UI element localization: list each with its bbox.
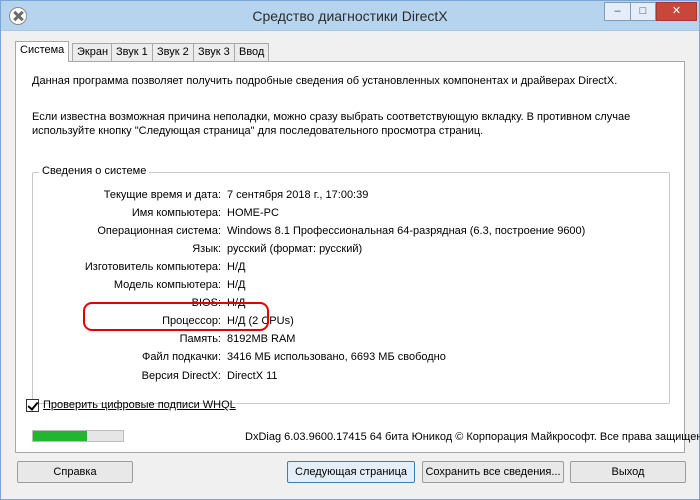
tab-display[interactable]: Экран bbox=[72, 43, 114, 61]
help-button[interactable]: Справка bbox=[17, 461, 133, 483]
whql-check-label[interactable]: Проверить цифровые подписи WHQL bbox=[43, 399, 236, 411]
tab-input[interactable]: Ввод bbox=[234, 43, 270, 61]
info-value: 3416 МБ использовано, 6693 МБ свободно bbox=[227, 351, 446, 363]
exit-button[interactable]: Выход bbox=[570, 461, 686, 483]
system-tab-panel: Данная программа позволяет получить подр… bbox=[15, 61, 685, 453]
info-value: 8192MB RAM bbox=[227, 333, 296, 345]
info-value: DirectX 11 bbox=[227, 370, 278, 382]
minimize-button[interactable]: – bbox=[604, 2, 630, 21]
title-bar[interactable]: Средство диагностики DirectX – □ ✕ bbox=[1, 1, 699, 31]
info-value: Н/Д bbox=[227, 279, 246, 291]
info-label: Изготовитель компьютера: bbox=[84, 261, 221, 273]
version-copyright-text: DxDiag 6.03.9600.17415 64 бита Юникод © … bbox=[245, 431, 700, 443]
close-button[interactable]: ✕ bbox=[656, 2, 697, 21]
whql-checkbox[interactable] bbox=[26, 399, 39, 412]
dxdiag-window: Средство диагностики DirectX – □ ✕ Систе… bbox=[0, 0, 700, 500]
info-value: русский (формат: русский) bbox=[227, 243, 363, 255]
intro-text-1: Данная программа позволяет получить подр… bbox=[32, 75, 618, 87]
tab-sound-3[interactable]: Звук 3 bbox=[193, 43, 235, 61]
progress-fill bbox=[33, 431, 87, 441]
save-all-info-button[interactable]: Сохранить все сведения... bbox=[422, 461, 564, 483]
directx-highlight-oval bbox=[83, 302, 269, 331]
system-info-title: Сведения о системе bbox=[39, 165, 150, 177]
next-page-button[interactable]: Следующая страница bbox=[287, 461, 415, 483]
info-value: 7 сентября 2018 г., 17:00:39 bbox=[227, 189, 369, 201]
info-value: Н/Д bbox=[227, 261, 246, 273]
intro-text-2: Если известна возможная причина неполадк… bbox=[32, 111, 631, 137]
info-label: Операционная система: bbox=[97, 225, 221, 237]
tab-sound-2[interactable]: Звук 2 bbox=[152, 43, 194, 61]
info-label: Язык: bbox=[192, 243, 221, 255]
info-label: Текущие время и дата: bbox=[103, 189, 221, 201]
info-label: Версия DirectX: bbox=[141, 370, 221, 382]
info-label: Память: bbox=[179, 333, 221, 345]
maximize-button[interactable]: □ bbox=[630, 2, 656, 21]
window-title: Средство диагностики DirectX bbox=[252, 8, 448, 24]
info-label: Имя компьютера: bbox=[131, 207, 221, 219]
system-info-group: Сведения о системе Текущие время и дата:… bbox=[32, 165, 670, 404]
info-value: HOME-PC bbox=[227, 207, 279, 219]
progress-bar bbox=[32, 430, 124, 442]
tab-system[interactable]: Система bbox=[15, 41, 70, 62]
info-label: Модель компьютера: bbox=[113, 279, 221, 291]
tab-sound-1[interactable]: Звук 1 bbox=[111, 43, 153, 61]
info-value: Windows 8.1 Профессиональная 64-разрядна… bbox=[227, 225, 586, 237]
info-label: Файл подкачки: bbox=[141, 351, 221, 363]
